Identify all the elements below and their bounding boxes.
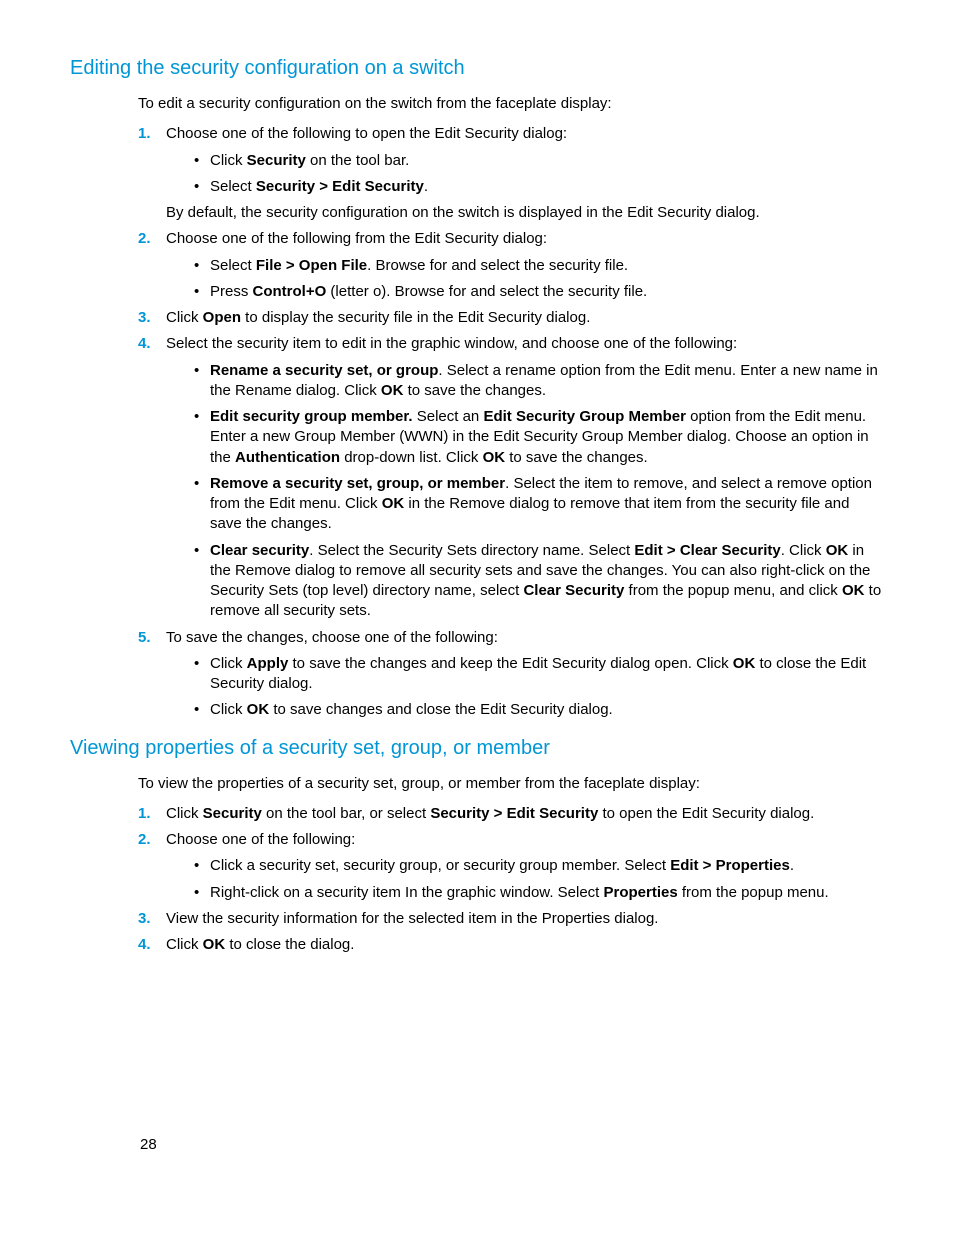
section-heading-editing: Editing the security configuration on a … (70, 55, 884, 82)
section-heading-viewing: Viewing properties of a security set, gr… (70, 735, 884, 762)
list-item: Choose one of the following: Click a sec… (138, 830, 884, 903)
step-text: Choose one of the following: (166, 831, 355, 848)
bullet-list: Rename a security set, or group. Select … (166, 361, 884, 622)
list-item: Click a security set, security group, or… (194, 856, 884, 876)
note-text: By default, the security configuration o… (166, 204, 760, 221)
step-text: Choose one of the following to open the … (166, 125, 567, 142)
list-item: To save the changes, choose one of the f… (138, 628, 884, 721)
step-text: Select the security item to edit in the … (166, 335, 737, 352)
list-item: Click OK to close the dialog. (138, 935, 884, 955)
bullet-list: Click Security on the tool bar. Select S… (166, 151, 884, 198)
list-item: Choose one of the following to open the … (138, 124, 884, 223)
list-item: Click Security on the tool bar. (194, 151, 884, 171)
page-number: 28 (140, 1135, 157, 1155)
list-item: Select File > Open File. Browse for and … (194, 256, 884, 276)
bullet-list: Click a security set, security group, or… (166, 856, 884, 903)
step-text: Choose one of the following from the Edi… (166, 230, 547, 247)
ordered-list-section2: Click Security on the tool bar, or selec… (70, 804, 884, 956)
list-item: Right-click on a security item In the gr… (194, 883, 884, 903)
list-item: Edit security group member. Select an Ed… (194, 407, 884, 468)
list-item: Click Security on the tool bar, or selec… (138, 804, 884, 824)
page-content: Editing the security configuration on a … (70, 55, 884, 1195)
intro-text: To edit a security configuration on the … (138, 94, 884, 114)
list-item: Rename a security set, or group. Select … (194, 361, 884, 402)
list-item: Clear security. Select the Security Sets… (194, 541, 884, 622)
list-item: View the security information for the se… (138, 909, 884, 929)
intro-text: To view the properties of a security set… (138, 774, 884, 794)
ordered-list-section1: Choose one of the following to open the … (70, 124, 884, 720)
list-item: Press Control+O (letter o). Browse for a… (194, 282, 884, 302)
list-item: Choose one of the following from the Edi… (138, 229, 884, 302)
list-item: Select the security item to edit in the … (138, 334, 884, 621)
list-item: Select Security > Edit Security. (194, 177, 884, 197)
list-item: Click Apply to save the changes and keep… (194, 654, 884, 695)
list-item: Remove a security set, group, or member.… (194, 474, 884, 535)
list-item: Click Open to display the security file … (138, 308, 884, 328)
bullet-list: Select File > Open File. Browse for and … (166, 256, 884, 303)
list-item: Click OK to save changes and close the E… (194, 700, 884, 720)
step-text: To save the changes, choose one of the f… (166, 629, 498, 646)
bullet-list: Click Apply to save the changes and keep… (166, 654, 884, 721)
